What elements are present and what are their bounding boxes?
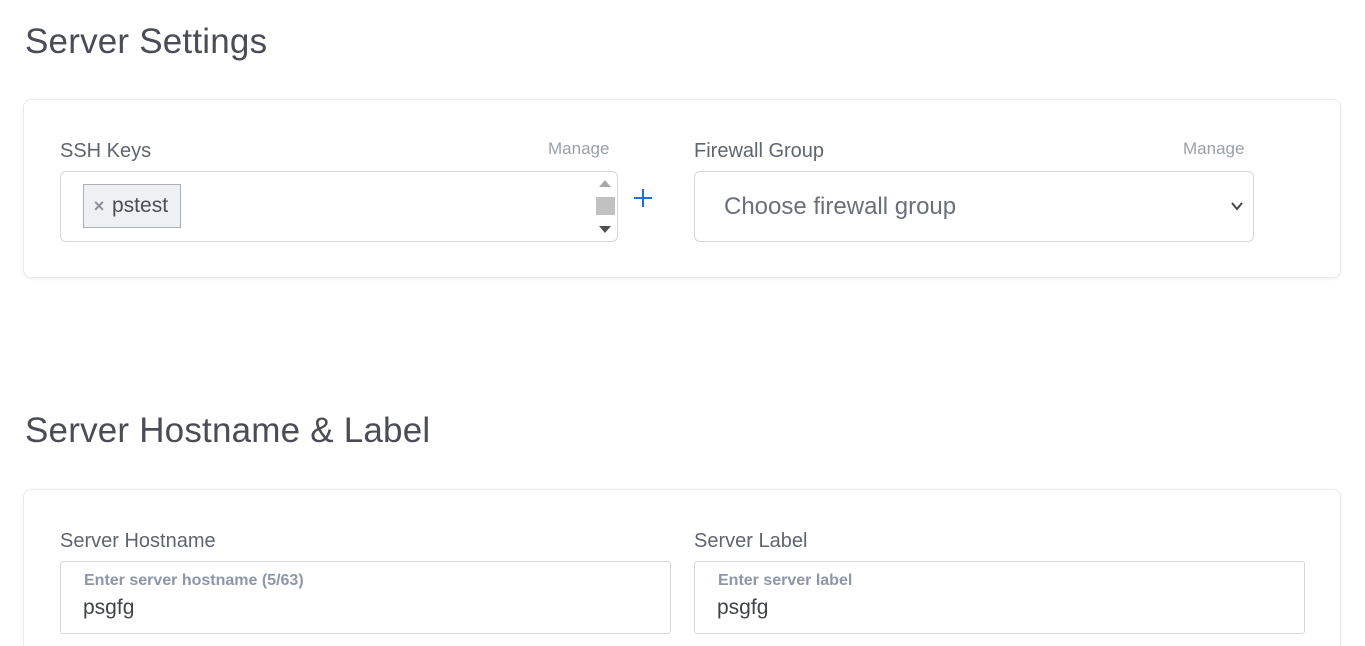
scroll-up-arrow-icon[interactable] <box>599 180 611 187</box>
server-hostname-input[interactable]: Enter server hostname (5/63) psgfg <box>60 561 671 634</box>
server-settings-card: SSH Keys Manage × pstest Firewall Group … <box>23 99 1341 278</box>
tag-remove-icon[interactable]: × <box>86 196 112 217</box>
server-settings-title: Server Settings <box>25 22 268 61</box>
ssh-key-tag-label: pstest <box>112 194 169 217</box>
ssh-keys-multiselect[interactable]: × pstest <box>60 171 618 242</box>
firewall-group-label: Firewall Group <box>694 140 825 162</box>
server-label-input[interactable]: Enter server label psgfg <box>694 561 1305 634</box>
server-hostname-label: Server Hostname <box>60 530 216 552</box>
ssh-key-tag: × pstest <box>83 184 181 228</box>
scroll-down-arrow-icon[interactable] <box>599 226 611 233</box>
scrollbar-thumb[interactable] <box>596 197 615 215</box>
server-hostname-value: psgfg <box>83 596 135 619</box>
server-label-value: psgfg <box>717 596 769 619</box>
server-hostname-placeholder: Enter server hostname (5/63) <box>84 572 304 589</box>
firewall-group-manage-link[interactable]: Manage <box>1183 139 1244 159</box>
hostname-label-title: Server Hostname & Label <box>25 411 431 450</box>
hostname-label-card: Server Hostname Enter server hostname (5… <box>23 489 1341 646</box>
server-label-placeholder: Enter server label <box>718 572 853 589</box>
ssh-keys-label: SSH Keys <box>60 140 152 162</box>
plus-icon[interactable] <box>632 187 654 209</box>
ssh-keys-manage-link[interactable]: Manage <box>548 139 609 159</box>
server-label-label: Server Label <box>694 530 808 552</box>
chevron-down-icon <box>1231 202 1243 211</box>
page: Server Settings SSH Keys Manage × pstest… <box>0 0 1365 646</box>
firewall-group-select[interactable]: Choose firewall group <box>694 171 1254 242</box>
ssh-keys-scrollbar[interactable] <box>595 175 615 238</box>
firewall-group-selected-value: Choose firewall group <box>724 193 957 220</box>
